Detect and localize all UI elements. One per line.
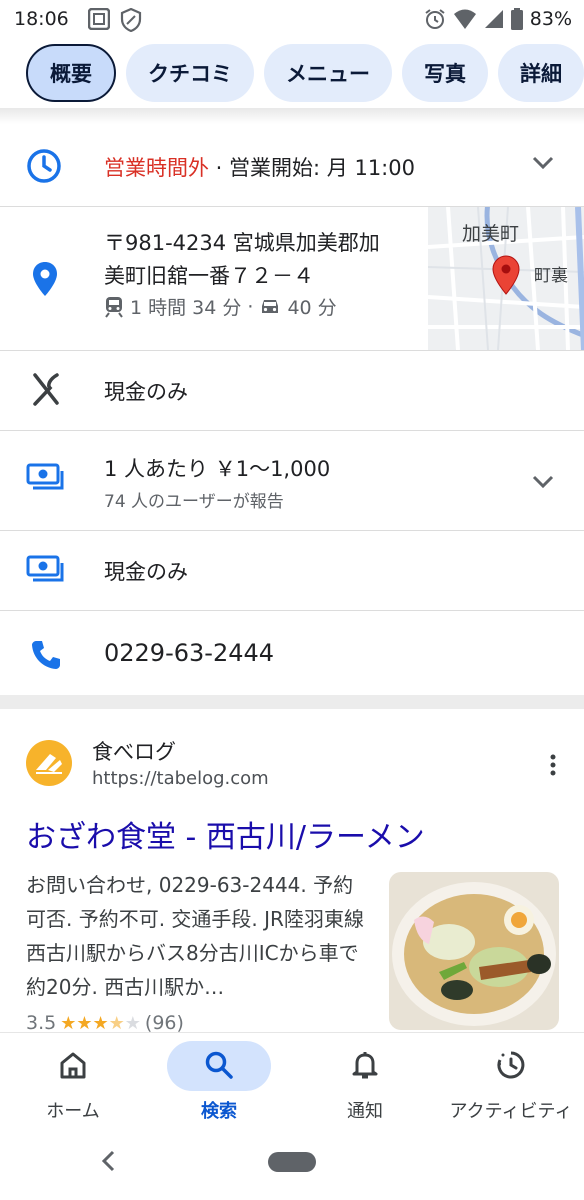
result-thumbnail[interactable] <box>389 872 559 1030</box>
shield-icon <box>120 8 142 32</box>
star-icon: ★ <box>76 1013 93 1034</box>
status-time: 18:06 <box>14 8 69 30</box>
address-line-2: 美町旧舘一番７２－４ <box>104 264 314 288</box>
price-row[interactable]: 1 人あたり ￥1～1,000 74 人のユーザーが報告 <box>0 431 584 531</box>
price-reports: 74 人のユーザーが報告 <box>104 492 284 512</box>
hours-separator: · <box>209 156 230 180</box>
travel-times: 1 時間 34 分 · 40 分 <box>104 293 380 320</box>
transit-time: 1 時間 34 分 <box>130 297 242 319</box>
nav-activity[interactable]: アクティビティ <box>438 1033 584 1133</box>
bottom-navigation: ホーム 検索 通知 アクティビティ <box>0 1032 584 1132</box>
hours-next-open: 営業開始: 月 11:00 <box>229 156 415 180</box>
phone-icon <box>32 641 60 669</box>
home-gesture-pill[interactable] <box>268 1152 316 1172</box>
bell-icon <box>352 1052 378 1079</box>
chip-reviews[interactable]: クチコミ <box>126 44 254 102</box>
tabelog-favicon <box>26 740 72 786</box>
clock-icon <box>27 149 61 183</box>
nav-search[interactable]: 検索 <box>146 1033 292 1133</box>
nav-search-label: 検索 <box>201 1101 237 1122</box>
alarm-icon <box>425 9 445 29</box>
chip-photos[interactable]: 写真 <box>402 44 488 102</box>
result-title-link[interactable]: おざわ食堂 - 西古川/ラーメン <box>26 812 425 856</box>
chevron-down-icon[interactable] <box>532 156 554 170</box>
nav-home[interactable]: ホーム <box>0 1033 146 1133</box>
ramen-photo <box>389 872 559 1030</box>
rating-value: 3.5 <box>26 1012 57 1034</box>
hours-row[interactable]: 営業時間外 · 営業開始: 月 11:00 <box>0 124 584 207</box>
result-snippet: お問い合わせ, 0229-63-2444. 予約可否. 予約不可. 交通手段. … <box>26 873 364 999</box>
result-site-name: 食べログ <box>92 740 176 764</box>
hours-status: 営業時間外 <box>104 156 209 180</box>
status-bar: 18:06 83% <box>0 0 584 40</box>
back-icon[interactable] <box>100 1150 116 1172</box>
activity-icon <box>497 1051 525 1079</box>
utensils-icon <box>33 373 59 406</box>
star-icon: ★ <box>60 1013 77 1034</box>
travel-separator: · <box>247 295 254 318</box>
car-icon <box>262 299 279 313</box>
nav-notifications[interactable]: 通知 <box>292 1033 438 1133</box>
result-site-url[interactable]: https://tabelog.com <box>92 768 269 789</box>
drive-time: 40 分 <box>287 297 337 319</box>
tabelog-logo-icon <box>36 754 62 774</box>
map-marker-icon <box>492 255 520 295</box>
chip-menu[interactable]: メニュー <box>264 44 392 102</box>
rating-stars: ★★★★★ <box>60 1012 141 1034</box>
chip-overview[interactable]: 概要 <box>26 44 116 102</box>
star-icon: ★ <box>124 1013 141 1034</box>
price-label: 1 人あたり ￥1～1,000 <box>104 457 331 481</box>
review-count: (96) <box>144 1012 184 1034</box>
result-rating: 3.5 ★★★★★ (96) <box>26 1012 184 1034</box>
chips-divider <box>0 108 584 124</box>
cash-only-label: 現金のみ <box>104 560 188 584</box>
money-icon <box>26 555 64 582</box>
nav-home-label: ホーム <box>46 1101 100 1122</box>
chevron-down-icon[interactable] <box>532 475 554 489</box>
cash-only-row: 現金のみ <box>0 531 584 611</box>
more-options-icon[interactable] <box>550 754 556 776</box>
search-result-card: 食べログ https://tabelog.com おざわ食堂 - 西古川/ラーメ… <box>0 720 584 1040</box>
system-navigation-bar <box>0 1132 584 1200</box>
home-icon <box>60 1052 86 1079</box>
section-gap <box>0 695 584 709</box>
phone-row[interactable]: 0229-63-2444 <box>0 611 584 695</box>
battery-percent: 83% <box>529 8 572 30</box>
map-label-town: 加美町 <box>462 223 520 245</box>
payment-row: 現金のみ <box>0 351 584 431</box>
battery-icon <box>510 8 523 30</box>
star-icon: ★ <box>92 1013 109 1034</box>
wifi-icon <box>453 9 476 29</box>
map-thumbnail[interactable]: 加美町 町裏 <box>428 207 584 350</box>
payment-label: 現金のみ <box>104 380 188 404</box>
address-line-1: 〒981-4234 宮城県加美郡加 <box>104 231 380 255</box>
phone-number[interactable]: 0229-63-2444 <box>104 639 274 667</box>
nav-activity-label: アクティビティ <box>449 1101 573 1122</box>
signal-icon <box>484 10 503 28</box>
money-icon <box>26 463 64 490</box>
location-pin-icon <box>33 262 57 296</box>
star-icon: ★ <box>108 1013 125 1034</box>
grid-icon <box>88 8 110 30</box>
train-icon <box>105 296 123 318</box>
nav-notifications-label: 通知 <box>347 1101 383 1122</box>
section-chips: 概要 クチコミ メニュー 写真 詳細 <box>0 44 584 104</box>
address-row[interactable]: 〒981-4234 宮城県加美郡加 美町旧舘一番７２－４ 1 時間 34 分 ·… <box>0 207 584 351</box>
search-icon <box>205 1051 233 1079</box>
map-label-area: 町裏 <box>534 266 568 286</box>
chip-details[interactable]: 詳細 <box>498 44 584 102</box>
